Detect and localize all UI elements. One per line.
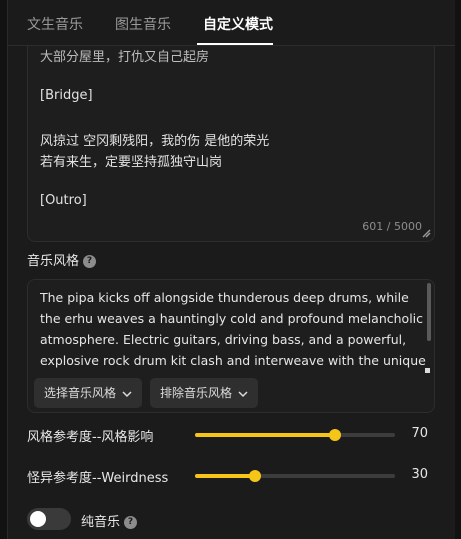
active-tab-indicator <box>197 43 273 45</box>
instrumental-toggle[interactable] <box>27 508 71 530</box>
instrumental-heading: 纯音乐? <box>81 511 138 530</box>
weirdness-value: 30 <box>411 467 428 482</box>
lyrics-line: 若有来生，定要坚持孤独守山岗 <box>40 155 223 170</box>
resize-corner <box>425 368 430 373</box>
slider-thumb[interactable] <box>329 429 341 441</box>
instrumental-label: 纯音乐 <box>81 515 121 530</box>
scrollbar[interactable] <box>427 283 431 341</box>
exclude-style-button[interactable]: 排除音乐风格 <box>150 378 259 408</box>
lyrics-line: 大部分屋里，打仇又自己起房 <box>40 50 210 65</box>
lyrics-textarea[interactable]: 大部分屋里，打仇又自己起房 [Bridge] 风掠过 空冈剩残阳，我的伤 是他的… <box>27 46 435 242</box>
slider-thumb[interactable] <box>249 470 261 482</box>
resize-grip-icon[interactable] <box>421 228 431 238</box>
music-style-textarea[interactable]: The pipa kicks off alongside thunderous … <box>27 279 435 413</box>
select-style-button[interactable]: 选择音乐风格 <box>34 378 143 408</box>
music-style-text: The pipa kicks off alongside thunderous … <box>40 290 426 368</box>
mode-tabs: 文生音乐 图生音乐 自定义模式 <box>7 0 455 46</box>
music-style-heading: 音乐风格? <box>27 250 97 269</box>
toggle-knob <box>30 511 46 527</box>
question-circle-icon[interactable]: ? <box>83 255 97 268</box>
tab-image-to-music[interactable]: 图生音乐 <box>115 14 171 34</box>
slider-fill <box>195 474 255 478</box>
style-weight-label: 风格参考度--风格影响 <box>27 430 154 445</box>
question-circle-icon[interactable]: ? <box>124 516 138 529</box>
style-weight-slider[interactable] <box>195 429 395 441</box>
lyrics-line: [Bridge] <box>40 88 93 103</box>
select-style-label: 选择音乐风格 <box>44 386 117 400</box>
lyrics-line: 风掠过 空冈剩残阳，我的伤 是他的荣光 <box>40 134 270 149</box>
weirdness-slider[interactable] <box>195 470 395 482</box>
weirdness-label: 怪异参考度--Weirdness <box>27 471 169 486</box>
lyrics-line: [Outro] <box>40 193 87 208</box>
music-style-label: 音乐风格 <box>27 254 80 269</box>
slider-fill <box>195 433 335 437</box>
chevron-down-icon <box>238 390 248 397</box>
char-count: 601 / 5000 <box>362 220 422 233</box>
chevron-down-icon <box>122 390 132 397</box>
exclude-style-label: 排除音乐风格 <box>160 386 233 400</box>
tab-custom-mode[interactable]: 自定义模式 <box>203 14 273 34</box>
tab-text-to-music[interactable]: 文生音乐 <box>27 14 83 34</box>
style-weight-value: 70 <box>411 426 428 441</box>
